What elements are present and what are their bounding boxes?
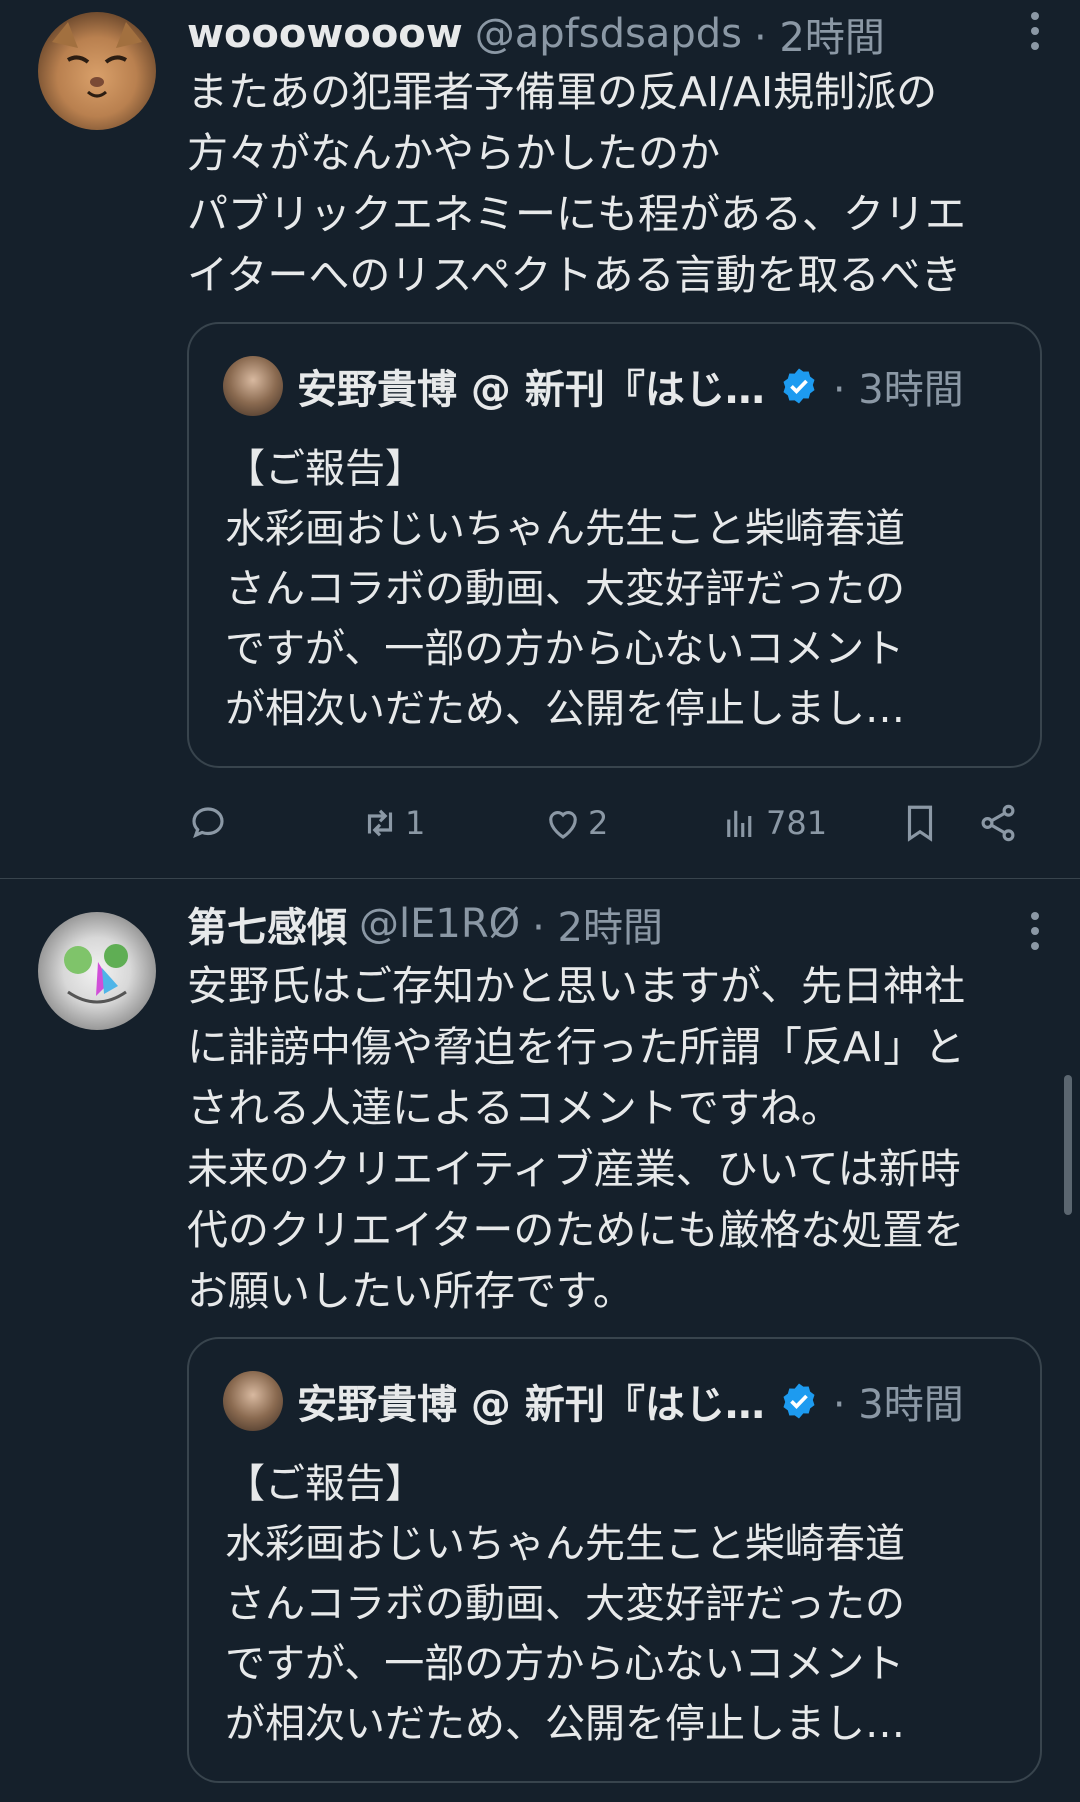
- avatar[interactable]: [38, 912, 156, 1030]
- more-icon[interactable]: [1028, 12, 1042, 50]
- tweet-header: 第七感傾 @lE1RØ · 2時間: [187, 894, 663, 954]
- quoted-timestamp: · 3時間: [832, 1382, 964, 1428]
- quoted-tweet-text: 【ご報告】 水彩画おじいちゃん先生こと柴崎春道 さんコラボの動画、大変好評だった…: [225, 1461, 905, 1747]
- display-name[interactable]: wooowooow: [187, 11, 463, 57]
- bookmark-button[interactable]: [899, 793, 941, 853]
- retweet-count: 1: [405, 804, 426, 842]
- quoted-tweet-text: 【ご報告】 水彩画おじいちゃん先生こと柴崎春道 さんコラボの動画、大変好評だった…: [225, 446, 905, 732]
- cat-avatar-image: [52, 22, 142, 98]
- tweet[interactable]: 第七感傾 @lE1RØ · 2時間 安野氏はご存知かと思いますが、先日神社 に誹…: [0, 880, 1080, 1802]
- verified-icon: [783, 368, 815, 404]
- like-count: 2: [588, 804, 609, 842]
- quoted-tweet[interactable]: 安野貴博 @ 新刊『はじ… · 3時間 【ご報告】 水彩画おじいちゃん先生こと柴…: [187, 1337, 1042, 1783]
- view-count: 781: [766, 804, 828, 842]
- quoted-tweet[interactable]: 安野貴博 @ 新刊『はじ… · 3時間 【ご報告】 水彩画おじいちゃん先生こと柴…: [187, 322, 1042, 768]
- views-icon: [727, 810, 752, 837]
- quoted-display-name: 安野貴博 @ 新刊『はじ…: [297, 367, 765, 413]
- display-name[interactable]: 第七感傾: [187, 895, 347, 953]
- scrollbar[interactable]: [1064, 1075, 1072, 1215]
- like-button[interactable]: 2: [542, 793, 608, 853]
- more-icon[interactable]: [1028, 912, 1042, 950]
- retweet-button[interactable]: 1: [359, 793, 425, 853]
- tweet-header: wooowooow @apfsdsapds · 2時間: [187, 4, 885, 64]
- views-button[interactable]: 781: [720, 793, 827, 853]
- tweet[interactable]: wooowooow @apfsdsapds · 2時間 またあの犯罪者予備軍の反…: [0, 0, 1080, 880]
- bookmark-icon: [907, 805, 933, 842]
- reply-button[interactable]: [187, 793, 229, 853]
- like-icon: [549, 811, 577, 839]
- anime-avatar-image: [64, 944, 128, 1004]
- quoted-tweet-header: 安野貴博 @ 新刊『はじ… · 3時間: [223, 356, 964, 416]
- reply-icon: [192, 807, 224, 839]
- timestamp[interactable]: · 2時間: [754, 5, 885, 63]
- share-button[interactable]: [977, 793, 1019, 853]
- quoted-tweet-header: 安野貴博 @ 新刊『はじ… · 3時間: [223, 1371, 964, 1431]
- avatar[interactable]: [38, 12, 156, 130]
- share-icon: [981, 804, 1015, 842]
- avatar: [223, 356, 283, 416]
- tweet-divider: [0, 878, 1080, 879]
- avatar: [223, 1371, 283, 1431]
- handle[interactable]: @lE1RØ: [359, 901, 520, 947]
- quoted-display-name: 安野貴博 @ 新刊『はじ…: [297, 1382, 765, 1428]
- verified-icon: [783, 1383, 815, 1419]
- tweet-actions: 1 2 781: [187, 793, 1037, 853]
- tweet-text: 安野氏はご存知かと思いますが、先日神社 に誹謗中傷や脅迫を行った所謂「反AI」と…: [187, 962, 966, 1315]
- retweet-icon: [367, 809, 393, 837]
- quoted-timestamp: · 3時間: [832, 367, 964, 413]
- handle[interactable]: @apfsdsapds: [475, 11, 742, 57]
- timestamp[interactable]: · 2時間: [532, 895, 663, 953]
- tweet-text: またあの犯罪者予備軍の反AI/AI規制派の 方々がなんかやらかしたのか パブリッ…: [187, 68, 966, 299]
